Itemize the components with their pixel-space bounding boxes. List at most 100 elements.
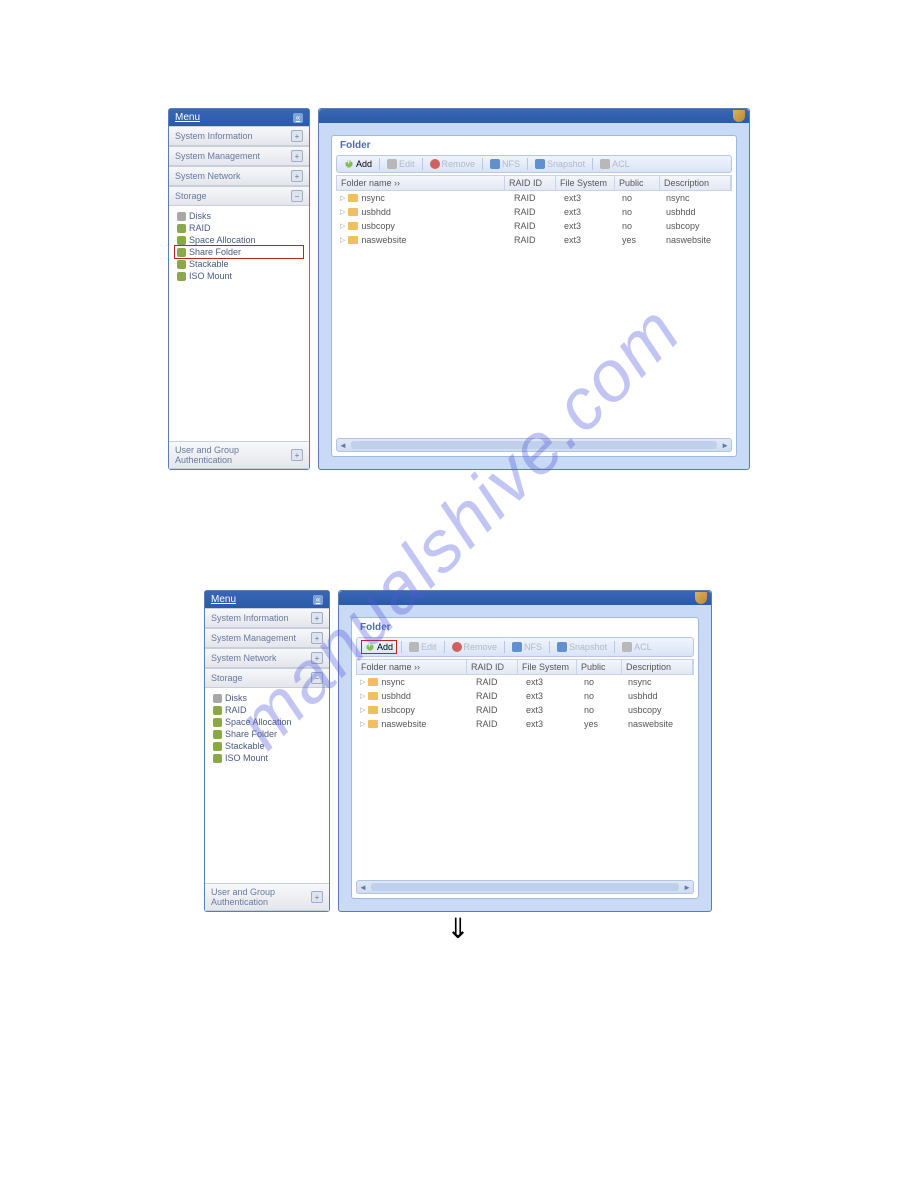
folder-icon bbox=[348, 222, 358, 230]
screenshot-1: Menu « System Information + System Manag… bbox=[168, 108, 750, 470]
tree-item-share-folder[interactable]: Share Folder bbox=[211, 728, 323, 740]
tree-item-space-allocation[interactable]: Space Allocation bbox=[211, 716, 323, 728]
add-button[interactable]: Add bbox=[341, 158, 375, 170]
separator bbox=[444, 641, 445, 653]
table-row[interactable]: ▷usbcopyRAIDext3nousbcopy bbox=[356, 703, 694, 717]
section-system-information[interactable]: System Information + bbox=[169, 126, 309, 146]
edit-button[interactable]: Edit bbox=[406, 641, 440, 653]
snapshot-button[interactable]: Snapshot bbox=[554, 641, 610, 653]
column-file-system[interactable]: File System bbox=[518, 660, 577, 674]
acl-button[interactable]: ACL bbox=[597, 158, 633, 170]
remove-button[interactable]: Remove bbox=[449, 641, 501, 653]
expand-icon[interactable]: + bbox=[311, 612, 323, 624]
storage-tree: Disks RAID Space Allocation Share Folder… bbox=[205, 688, 329, 883]
acl-button[interactable]: ACL bbox=[619, 641, 655, 653]
expand-icon[interactable]: + bbox=[311, 632, 323, 644]
collapse-icon[interactable]: − bbox=[311, 672, 323, 684]
tree-item-disks[interactable]: Disks bbox=[175, 210, 303, 222]
folder-icon bbox=[368, 678, 378, 686]
tree-item-stackable[interactable]: Stackable bbox=[175, 258, 303, 270]
menu-collapse-button[interactable]: « bbox=[313, 595, 323, 605]
nfs-icon bbox=[512, 642, 522, 652]
tree-item-raid[interactable]: RAID bbox=[175, 222, 303, 234]
expand-icon[interactable]: + bbox=[291, 150, 303, 162]
table-row[interactable]: ▷usbhddRAIDext3nousbhdd bbox=[336, 205, 732, 219]
section-user-auth[interactable]: User and Group Authentication + bbox=[205, 883, 329, 911]
section-storage[interactable]: Storage − bbox=[205, 668, 329, 688]
nfs-button[interactable]: NFS bbox=[487, 158, 523, 170]
tree-item-iso-mount[interactable]: ISO Mount bbox=[211, 752, 323, 764]
section-system-management[interactable]: System Management + bbox=[205, 628, 329, 648]
expand-triangle-icon[interactable]: ▷ bbox=[340, 222, 345, 230]
table-header: Folder name ›› RAID ID File System Publi… bbox=[356, 659, 694, 675]
section-system-network[interactable]: System Network + bbox=[205, 648, 329, 668]
column-description[interactable]: Description bbox=[622, 660, 693, 674]
column-public[interactable]: Public bbox=[577, 660, 622, 674]
expand-triangle-icon[interactable]: ▷ bbox=[360, 706, 365, 714]
expand-triangle-icon[interactable]: ▷ bbox=[360, 678, 365, 686]
table-row[interactable]: ▷naswebsiteRAIDext3yesnaswebsite bbox=[336, 233, 732, 247]
menu-collapse-button[interactable]: « bbox=[293, 113, 303, 123]
column-description[interactable]: Description bbox=[660, 176, 731, 190]
raid-icon bbox=[177, 224, 186, 233]
scroll-right-icon[interactable]: ► bbox=[721, 441, 729, 450]
edit-button[interactable]: Edit bbox=[384, 158, 418, 170]
table-row[interactable]: ▷nsyncRAIDext3nonsync bbox=[356, 675, 694, 689]
horizontal-scrollbar[interactable]: ◄ ► bbox=[356, 880, 694, 894]
table-row[interactable]: ▷nsyncRAIDext3nonsync bbox=[336, 191, 732, 205]
column-raid-id[interactable]: RAID ID bbox=[467, 660, 518, 674]
scroll-track[interactable] bbox=[351, 441, 717, 449]
column-raid-id[interactable]: RAID ID bbox=[505, 176, 556, 190]
section-user-auth[interactable]: User and Group Authentication + bbox=[169, 441, 309, 469]
tree-item-stackable[interactable]: Stackable bbox=[211, 740, 323, 752]
scroll-track[interactable] bbox=[371, 883, 679, 891]
column-file-system[interactable]: File System bbox=[556, 176, 615, 190]
table-row[interactable]: ▷usbhddRAIDext3nousbhdd bbox=[356, 689, 694, 703]
expand-icon[interactable]: + bbox=[291, 170, 303, 182]
space-icon bbox=[213, 718, 222, 727]
folder-icon bbox=[348, 194, 358, 202]
expand-triangle-icon[interactable]: ▷ bbox=[340, 208, 345, 216]
menu-header: Menu « bbox=[205, 591, 329, 608]
expand-icon[interactable]: + bbox=[311, 652, 323, 664]
scroll-left-icon[interactable]: ◄ bbox=[339, 441, 347, 450]
scroll-right-icon[interactable]: ► bbox=[683, 883, 691, 892]
edit-icon bbox=[387, 159, 397, 169]
expand-icon[interactable]: + bbox=[291, 130, 303, 142]
section-system-information[interactable]: System Information + bbox=[205, 608, 329, 628]
section-system-network[interactable]: System Network + bbox=[169, 166, 309, 186]
collapse-icon[interactable]: − bbox=[291, 190, 303, 202]
scroll-left-icon[interactable]: ◄ bbox=[359, 883, 367, 892]
column-folder-name[interactable]: Folder name ›› bbox=[337, 176, 505, 190]
remove-button[interactable]: Remove bbox=[427, 158, 479, 170]
menu-title: Menu bbox=[175, 112, 200, 123]
storage-tree: Disks RAID Space Allocation Share Folder… bbox=[169, 206, 309, 441]
folder-icon bbox=[368, 720, 378, 728]
tree-item-share-folder[interactable]: Share Folder bbox=[174, 245, 304, 259]
toolbar: Add Edit Remove NFS Snapshot ACL bbox=[356, 637, 694, 657]
add-button[interactable]: Add bbox=[361, 640, 397, 654]
table-row[interactable]: ▷usbcopyRAIDext3nousbcopy bbox=[336, 219, 732, 233]
column-public[interactable]: Public bbox=[615, 176, 660, 190]
expand-icon[interactable]: + bbox=[311, 891, 323, 903]
snapshot-button[interactable]: Snapshot bbox=[532, 158, 588, 170]
acl-icon bbox=[622, 642, 632, 652]
nfs-button[interactable]: NFS bbox=[509, 641, 545, 653]
separator bbox=[527, 158, 528, 170]
content-header bbox=[319, 109, 749, 123]
table-row[interactable]: ▷naswebsiteRAIDext3yesnaswebsite bbox=[356, 717, 694, 731]
tree-item-iso-mount[interactable]: ISO Mount bbox=[175, 270, 303, 282]
expand-icon[interactable]: + bbox=[291, 449, 303, 461]
expand-triangle-icon[interactable]: ▷ bbox=[340, 236, 345, 244]
horizontal-scrollbar[interactable]: ◄ ► bbox=[336, 438, 732, 452]
tree-item-disks[interactable]: Disks bbox=[211, 692, 323, 704]
down-arrow-icon: ⇓ bbox=[204, 912, 712, 945]
tree-item-raid[interactable]: RAID bbox=[211, 704, 323, 716]
expand-triangle-icon[interactable]: ▷ bbox=[360, 692, 365, 700]
expand-triangle-icon[interactable]: ▷ bbox=[360, 720, 365, 728]
sidebar: Menu « System Information + System Manag… bbox=[168, 108, 310, 470]
section-storage[interactable]: Storage − bbox=[169, 186, 309, 206]
column-folder-name[interactable]: Folder name ›› bbox=[357, 660, 467, 674]
expand-triangle-icon[interactable]: ▷ bbox=[340, 194, 345, 202]
section-system-management[interactable]: System Management + bbox=[169, 146, 309, 166]
